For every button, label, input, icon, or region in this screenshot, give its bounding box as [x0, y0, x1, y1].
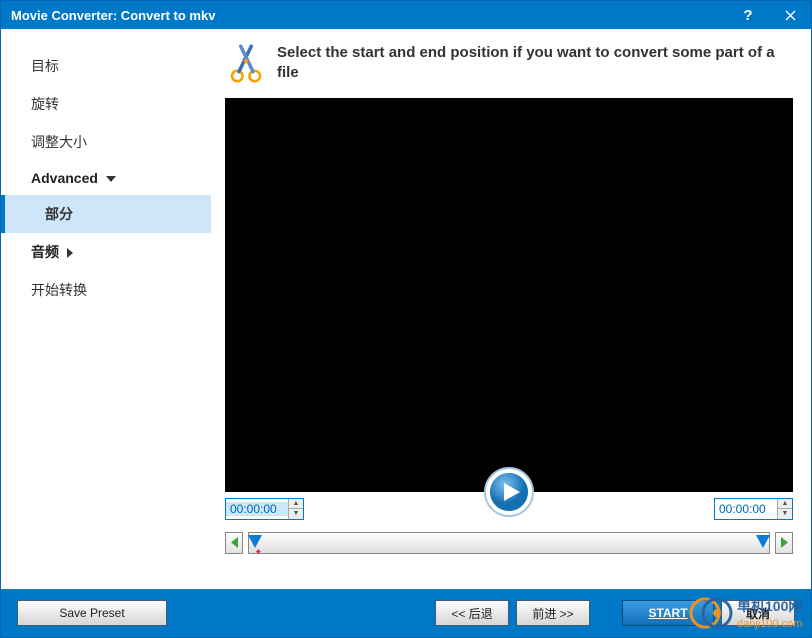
end-time-down[interactable]: ▼ [778, 509, 792, 519]
end-time-up[interactable]: ▲ [778, 499, 792, 509]
section-heading: Select the start and end position if you… [277, 41, 793, 84]
playhead-marker: ◆ [256, 548, 261, 555]
help-button[interactable]: ? [727, 1, 769, 29]
nav-target[interactable]: 目标 [1, 47, 211, 85]
seek-forward-button[interactable] [775, 532, 793, 554]
close-button[interactable] [769, 1, 811, 29]
start-time-down[interactable]: ▼ [289, 509, 303, 519]
forward-button[interactable]: 前进 >> [516, 600, 590, 626]
cancel-button[interactable]: 取消 [721, 600, 795, 626]
window-title: Movie Converter: Convert to mkv [11, 8, 727, 23]
nav-advanced[interactable]: Advanced [1, 161, 211, 195]
seek-back-button[interactable] [225, 532, 243, 554]
start-time-field[interactable]: ▲ ▼ [225, 498, 304, 520]
start-button[interactable]: START [622, 600, 714, 626]
start-time-input[interactable] [226, 502, 288, 516]
nav-resize[interactable]: 调整大小 [1, 123, 211, 161]
sidebar: 目标 旋转 调整大小 Advanced 部分 音频 开始转换 [1, 29, 211, 589]
chevron-down-icon [106, 176, 116, 182]
start-time-up[interactable]: ▲ [289, 499, 303, 509]
footer-bar: Save Preset << 后退 前进 >> START 取消 [1, 589, 811, 637]
close-icon [785, 10, 796, 21]
chevron-right-icon [67, 248, 73, 258]
range-start-handle[interactable] [248, 535, 262, 548]
end-time-input[interactable] [715, 502, 777, 516]
nav-audio[interactable]: 音频 [1, 233, 211, 271]
main-panel: Select the start and end position if you… [211, 29, 811, 589]
nav-rotate[interactable]: 旋转 [1, 85, 211, 123]
range-slider[interactable]: ◆ [248, 532, 770, 554]
scissors-icon [225, 41, 267, 83]
arrow-right-icon [780, 537, 789, 548]
save-preset-button[interactable]: Save Preset [17, 600, 167, 626]
play-button[interactable] [483, 466, 535, 518]
range-end-handle[interactable] [756, 535, 770, 548]
back-button[interactable]: << 后退 [435, 600, 509, 626]
end-time-field[interactable]: ▲ ▼ [714, 498, 793, 520]
video-preview [225, 98, 793, 492]
titlebar: Movie Converter: Convert to mkv ? [1, 1, 811, 29]
arrow-left-icon [230, 537, 239, 548]
nav-start-convert[interactable]: 开始转换 [1, 271, 211, 309]
nav-part[interactable]: 部分 [1, 195, 211, 233]
